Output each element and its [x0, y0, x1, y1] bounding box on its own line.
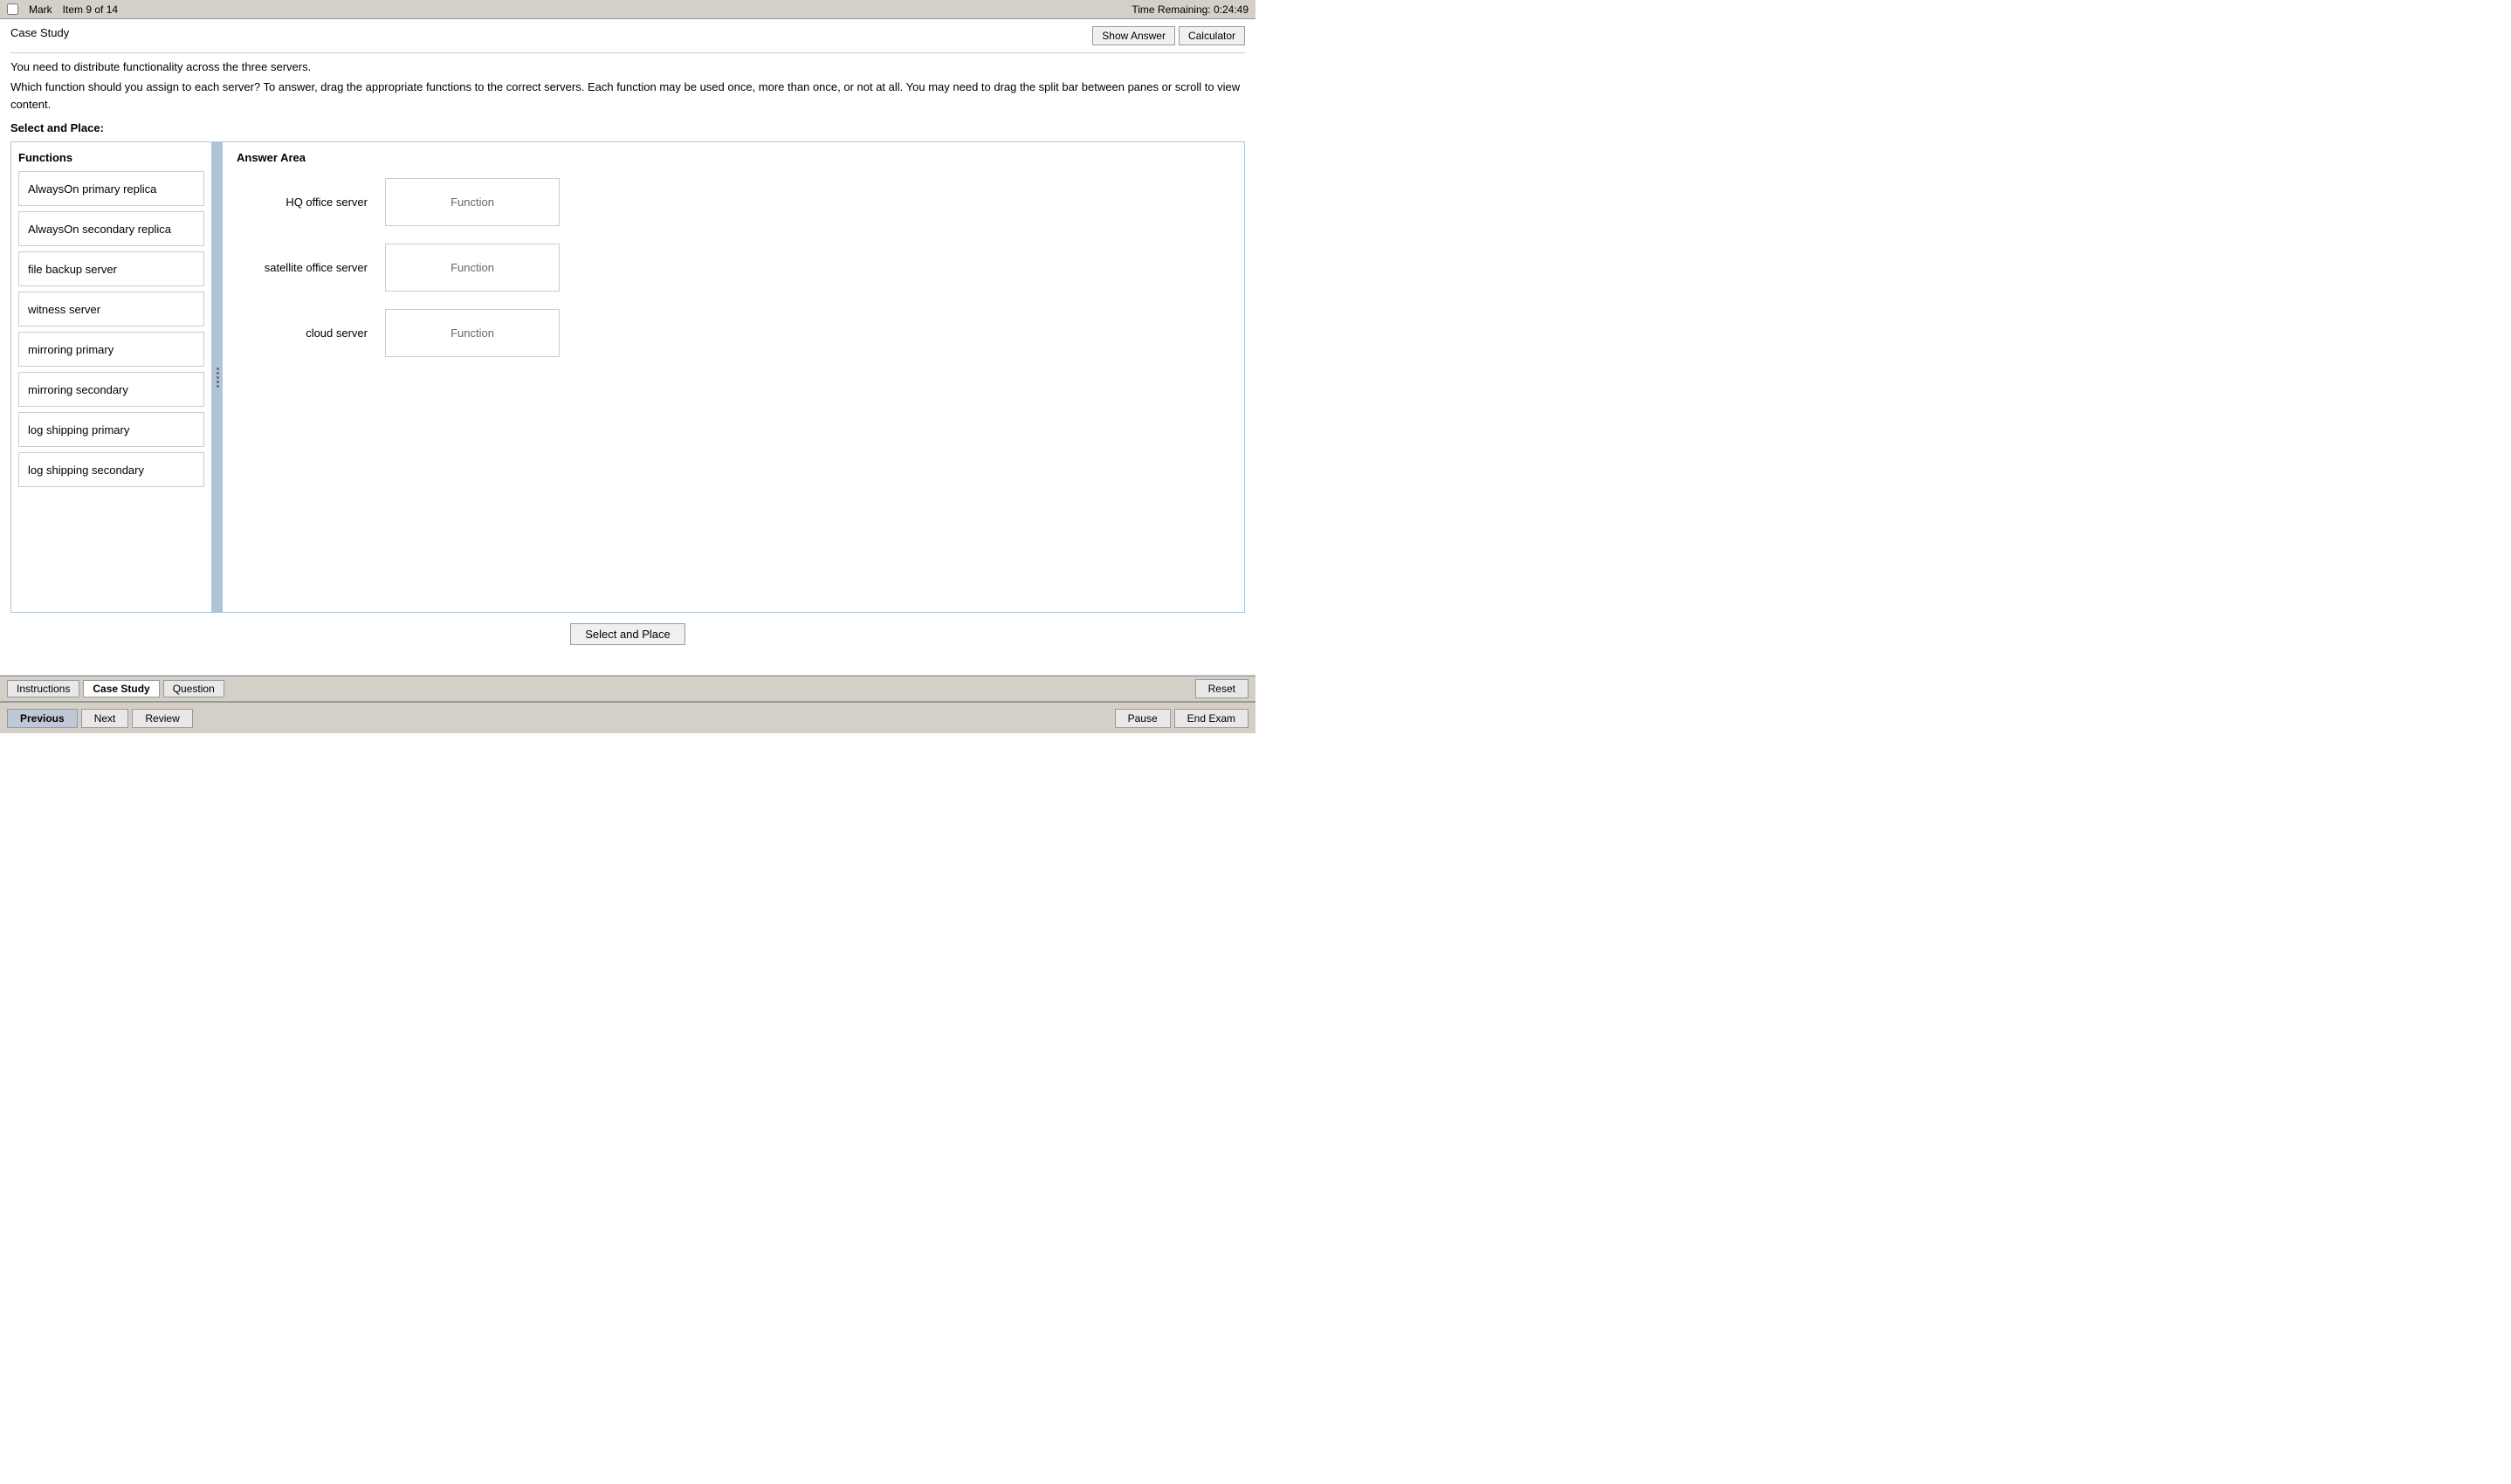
- function-item-func2[interactable]: AlwaysOn secondary replica: [18, 211, 204, 246]
- function-item-func5[interactable]: mirroring primary: [18, 332, 204, 367]
- reset-button[interactable]: Reset: [1195, 679, 1249, 698]
- dnd-container: Functions AlwaysOn primary replicaAlways…: [10, 141, 1245, 613]
- drop-zone-hq[interactable]: Function: [385, 178, 560, 226]
- drop-zone-satellite[interactable]: Function: [385, 244, 560, 292]
- function-item-func6[interactable]: mirroring secondary: [18, 372, 204, 407]
- bottom-nav-right: Pause End Exam: [1115, 709, 1249, 728]
- functions-title: Functions: [18, 151, 204, 164]
- drag-dot-3: [217, 376, 219, 379]
- function-item-func3[interactable]: file backup server: [18, 251, 204, 286]
- bottom-nav-left: Previous Next Review: [7, 709, 193, 728]
- select-place-label: Select and Place:: [10, 121, 1245, 134]
- answer-row-hq: HQ office server Function: [237, 178, 1230, 226]
- answer-panel: Answer Area HQ office serverFunctionsate…: [223, 142, 1244, 612]
- function-item-func8[interactable]: log shipping secondary: [18, 452, 204, 487]
- divider-line: [10, 52, 1245, 53]
- tab-question[interactable]: Question: [163, 680, 224, 697]
- bottom-nav-bar: Previous Next Review Pause End Exam: [0, 702, 1256, 733]
- functions-list: AlwaysOn primary replica AlwaysOn seconda…: [18, 171, 204, 487]
- mark-checkbox[interactable]: [7, 3, 18, 15]
- show-answer-button[interactable]: Show Answer: [1092, 26, 1175, 45]
- mark-label[interactable]: Mark: [29, 3, 52, 16]
- drag-dot-2: [217, 372, 219, 374]
- drag-dot-4: [217, 381, 219, 383]
- time-remaining: Time Remaining: 0:24:49: [1132, 3, 1249, 16]
- header-buttons: Show Answer Calculator: [1092, 26, 1245, 45]
- previous-button[interactable]: Previous: [7, 709, 78, 728]
- function-item-func7[interactable]: log shipping primary: [18, 412, 204, 447]
- server-label-hq: HQ office server: [237, 196, 368, 209]
- review-button[interactable]: Review: [132, 709, 192, 728]
- drag-handle[interactable]: [212, 142, 223, 612]
- next-button[interactable]: Next: [81, 709, 129, 728]
- calculator-button[interactable]: Calculator: [1179, 26, 1245, 45]
- pause-button[interactable]: Pause: [1115, 709, 1171, 728]
- bottom-tabs-bar: InstructionsCase StudyQuestion Reset: [0, 676, 1256, 702]
- select-place-button[interactable]: Select and Place: [570, 623, 685, 645]
- top-bar-left: Mark Item 9 of 14: [7, 3, 118, 16]
- drag-dot-5: [217, 385, 219, 388]
- server-label-cloud: cloud server: [237, 326, 368, 340]
- server-label-satellite: satellite office server: [237, 261, 368, 274]
- drop-zone-cloud[interactable]: Function: [385, 309, 560, 357]
- question-header: Case Study Show Answer Calculator: [10, 26, 1245, 45]
- select-place-btn-container: Select and Place: [10, 613, 1245, 656]
- instruction-text2: Which function should you assign to each…: [10, 79, 1245, 113]
- functions-panel: Functions AlwaysOn primary replicaAlways…: [11, 142, 212, 612]
- function-item-func4[interactable]: witness server: [18, 292, 204, 326]
- item-info: Item 9 of 14: [63, 3, 118, 16]
- answer-rows: HQ office serverFunctionsatellite office…: [237, 178, 1230, 357]
- answer-row-satellite: satellite office server Function: [237, 244, 1230, 292]
- answer-title: Answer Area: [237, 151, 1230, 164]
- tab-case-study[interactable]: Case Study: [83, 680, 159, 697]
- end-exam-button[interactable]: End Exam: [1174, 709, 1249, 728]
- drag-dot-1: [217, 368, 219, 370]
- bottom-tabs-left: InstructionsCase StudyQuestion: [7, 680, 224, 697]
- main-content: Case Study Show Answer Calculator You ne…: [0, 19, 1256, 676]
- case-study-label: Case Study: [10, 26, 69, 39]
- answer-row-cloud: cloud server Function: [237, 309, 1230, 357]
- tab-instructions[interactable]: Instructions: [7, 680, 79, 697]
- instruction-text1: You need to distribute functionality acr…: [10, 60, 1245, 73]
- function-item-func1[interactable]: AlwaysOn primary replica: [18, 171, 204, 206]
- top-bar: Mark Item 9 of 14 Time Remaining: 0:24:4…: [0, 0, 1256, 19]
